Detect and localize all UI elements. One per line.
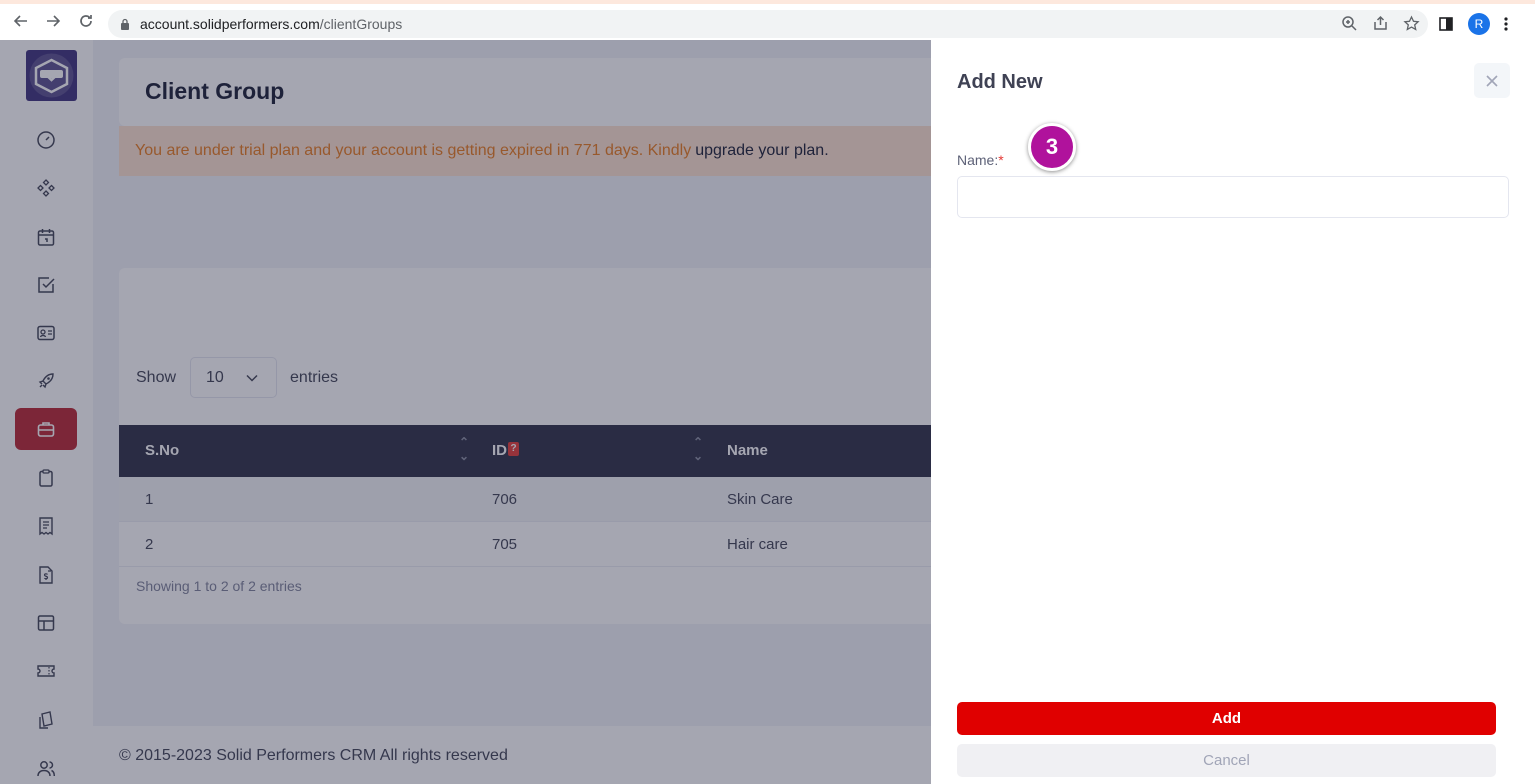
add-new-drawer: Add New Name:* 3 Add Cancel: [931, 40, 1535, 784]
close-icon: [1486, 74, 1498, 87]
add-button[interactable]: Add: [957, 702, 1496, 735]
reload-icon[interactable]: [72, 7, 100, 35]
name-input[interactable]: [957, 176, 1509, 218]
address-bar[interactable]: account.solidperformers.com/clientGroups: [108, 10, 1428, 38]
drawer-title: Add New: [957, 71, 1043, 93]
more-menu-icon[interactable]: [1504, 16, 1508, 32]
forward-arrow-icon[interactable]: [39, 7, 67, 35]
close-button[interactable]: [1474, 63, 1510, 98]
modal-backdrop[interactable]: [0, 40, 931, 784]
name-field-label: Name:*: [957, 152, 1004, 168]
bookmark-star-icon[interactable]: [1403, 15, 1420, 32]
required-mark: *: [998, 152, 1004, 168]
share-icon[interactable]: [1372, 15, 1389, 32]
back-arrow-icon[interactable]: [7, 7, 35, 35]
url-host: account.solidperformers.com: [140, 16, 320, 32]
side-panel-icon[interactable]: [1438, 16, 1454, 32]
zoom-icon[interactable]: [1341, 15, 1358, 32]
profile-avatar[interactable]: R: [1468, 13, 1490, 35]
name-label-text: Name:: [957, 152, 999, 168]
url-path: /clientGroups: [319, 16, 403, 32]
step-number-badge: 3: [1028, 123, 1076, 171]
lock-icon: [121, 18, 129, 30]
browser-toolbar: account.solidperformers.com/clientGroups…: [0, 0, 1535, 40]
cancel-button[interactable]: Cancel: [957, 744, 1496, 777]
